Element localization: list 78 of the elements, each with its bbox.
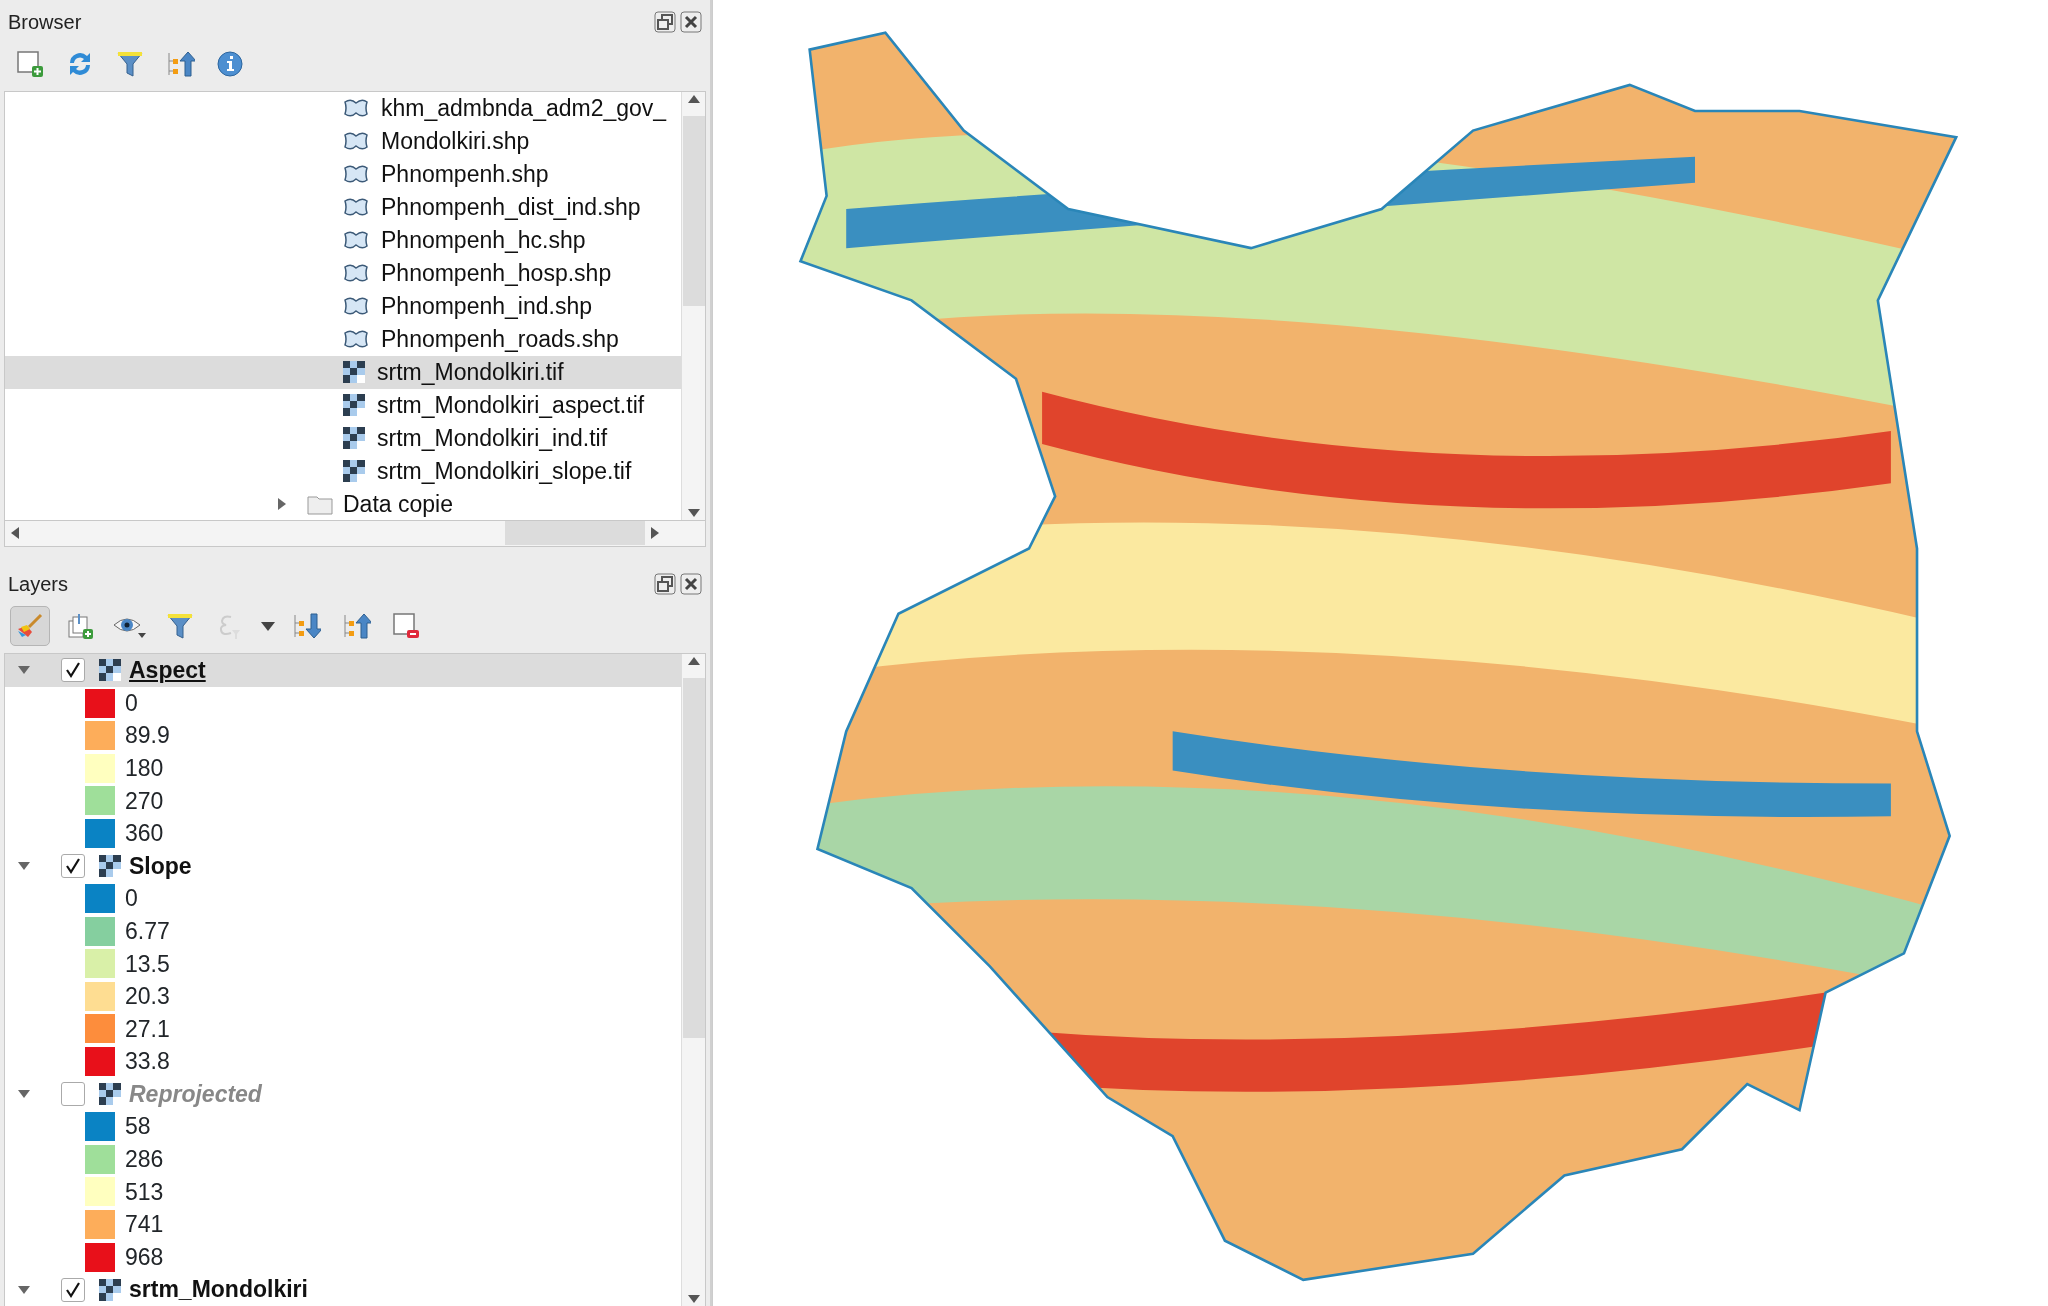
polygon-icon xyxy=(343,131,369,152)
checkbox[interactable] xyxy=(61,1082,85,1107)
layer-item[interactable]: Reprojected xyxy=(5,1077,681,1111)
add-group-icon xyxy=(65,611,95,642)
browser-item[interactable]: Phnompenh_hc.shp xyxy=(5,223,681,257)
legend-label: 968 xyxy=(125,1242,164,1272)
polygon-icon xyxy=(343,98,369,119)
polygon-icon xyxy=(343,197,369,218)
browser-item[interactable]: Phnompenh_ind.shp xyxy=(5,289,681,323)
browser-item[interactable]: Phnompenh_hosp.shp xyxy=(5,256,681,290)
float-icon[interactable] xyxy=(654,10,676,33)
folder-icon xyxy=(307,493,333,516)
info-icon xyxy=(215,49,245,80)
legend-label: 360 xyxy=(125,819,164,849)
browser-item[interactable]: srtm_Mondolkiri_aspect.tif xyxy=(5,388,681,422)
polygon-icon xyxy=(343,230,369,251)
check-icon xyxy=(64,857,82,875)
new-layer-icon xyxy=(15,49,45,80)
legend-label: 513 xyxy=(125,1177,164,1207)
legend-label: 741 xyxy=(125,1210,164,1240)
layer-item[interactable]: Aspect xyxy=(5,654,681,687)
legend-label: 20.3 xyxy=(125,982,170,1012)
filter-icon xyxy=(165,611,195,642)
panel-title: Layers xyxy=(8,572,69,598)
raster-icon xyxy=(343,427,365,450)
browser-item[interactable]: Phnompenh.shp xyxy=(5,157,681,191)
polygon-icon xyxy=(343,329,369,350)
legend-label: 0 xyxy=(125,884,138,914)
legend-label: 58 xyxy=(125,1112,151,1142)
raster-icon xyxy=(99,1083,121,1106)
raster-icon xyxy=(99,659,121,682)
browser-item[interactable]: khm_admbnda_adm2_gov_ xyxy=(5,91,681,125)
checkbox[interactable] xyxy=(61,658,85,683)
browser-item[interactable]: srtm_Mondolkiri.tif xyxy=(5,355,681,389)
browser-item[interactable]: Phnompenh_dist_ind.shp xyxy=(5,190,681,224)
horizontal-scrollbar[interactable] xyxy=(4,520,706,547)
raster-icon xyxy=(343,394,365,417)
check-icon xyxy=(64,661,82,680)
browser-item[interactable]: Mondolkiri.shp xyxy=(5,124,681,158)
legend-label: 0 xyxy=(125,688,138,718)
checkbox[interactable] xyxy=(61,854,85,878)
polygon-icon xyxy=(343,263,369,284)
legend-label: 27.1 xyxy=(125,1014,170,1044)
style-brush-button[interactable] xyxy=(10,606,50,647)
expanded-arrow-icon[interactable] xyxy=(17,860,31,872)
raster-icon xyxy=(99,1278,121,1301)
caret-icon[interactable] xyxy=(260,620,276,633)
browser-item[interactable]: srtm_Mondolkiri_ind.tif xyxy=(5,421,681,455)
scrollbar[interactable] xyxy=(681,654,705,1306)
checkbox[interactable] xyxy=(61,1277,85,1302)
legend-label: 89.9 xyxy=(125,721,170,751)
browser-item[interactable]: Data copie xyxy=(5,487,681,520)
collapse-all-icon xyxy=(341,611,371,642)
polygon-icon xyxy=(343,164,369,185)
raster-icon xyxy=(99,855,121,877)
panel-title: Browser xyxy=(8,9,82,35)
browser-item[interactable]: srtm_Mondolkiri_slope.tif xyxy=(5,454,681,488)
polygon-icon xyxy=(343,296,369,317)
close-icon[interactable] xyxy=(680,10,702,33)
browser-item[interactable]: Phnompenh_roads.shp xyxy=(5,322,681,356)
raster-icon xyxy=(343,460,365,483)
raster-icon xyxy=(343,361,365,384)
legend-label: 33.8 xyxy=(125,1047,170,1077)
close-icon[interactable] xyxy=(680,573,702,596)
expanded-arrow-icon[interactable] xyxy=(17,1283,31,1296)
scrollbar[interactable] xyxy=(681,91,705,520)
legend-label: 180 xyxy=(125,753,164,783)
filter-icon xyxy=(115,49,145,80)
layer-item[interactable]: srtm_Mondolkiri xyxy=(5,1273,681,1306)
collapsed-arrow-icon[interactable] xyxy=(275,497,287,512)
legend-label: 270 xyxy=(125,786,164,816)
legend-label: 13.5 xyxy=(125,949,170,979)
float-icon[interactable] xyxy=(654,573,676,596)
layer-item[interactable]: Slope xyxy=(5,849,681,883)
collapse-all-icon xyxy=(165,49,195,80)
legend-label: 286 xyxy=(125,1145,164,1175)
legend-label: 6.77 xyxy=(125,916,170,946)
check-icon xyxy=(64,1280,82,1299)
